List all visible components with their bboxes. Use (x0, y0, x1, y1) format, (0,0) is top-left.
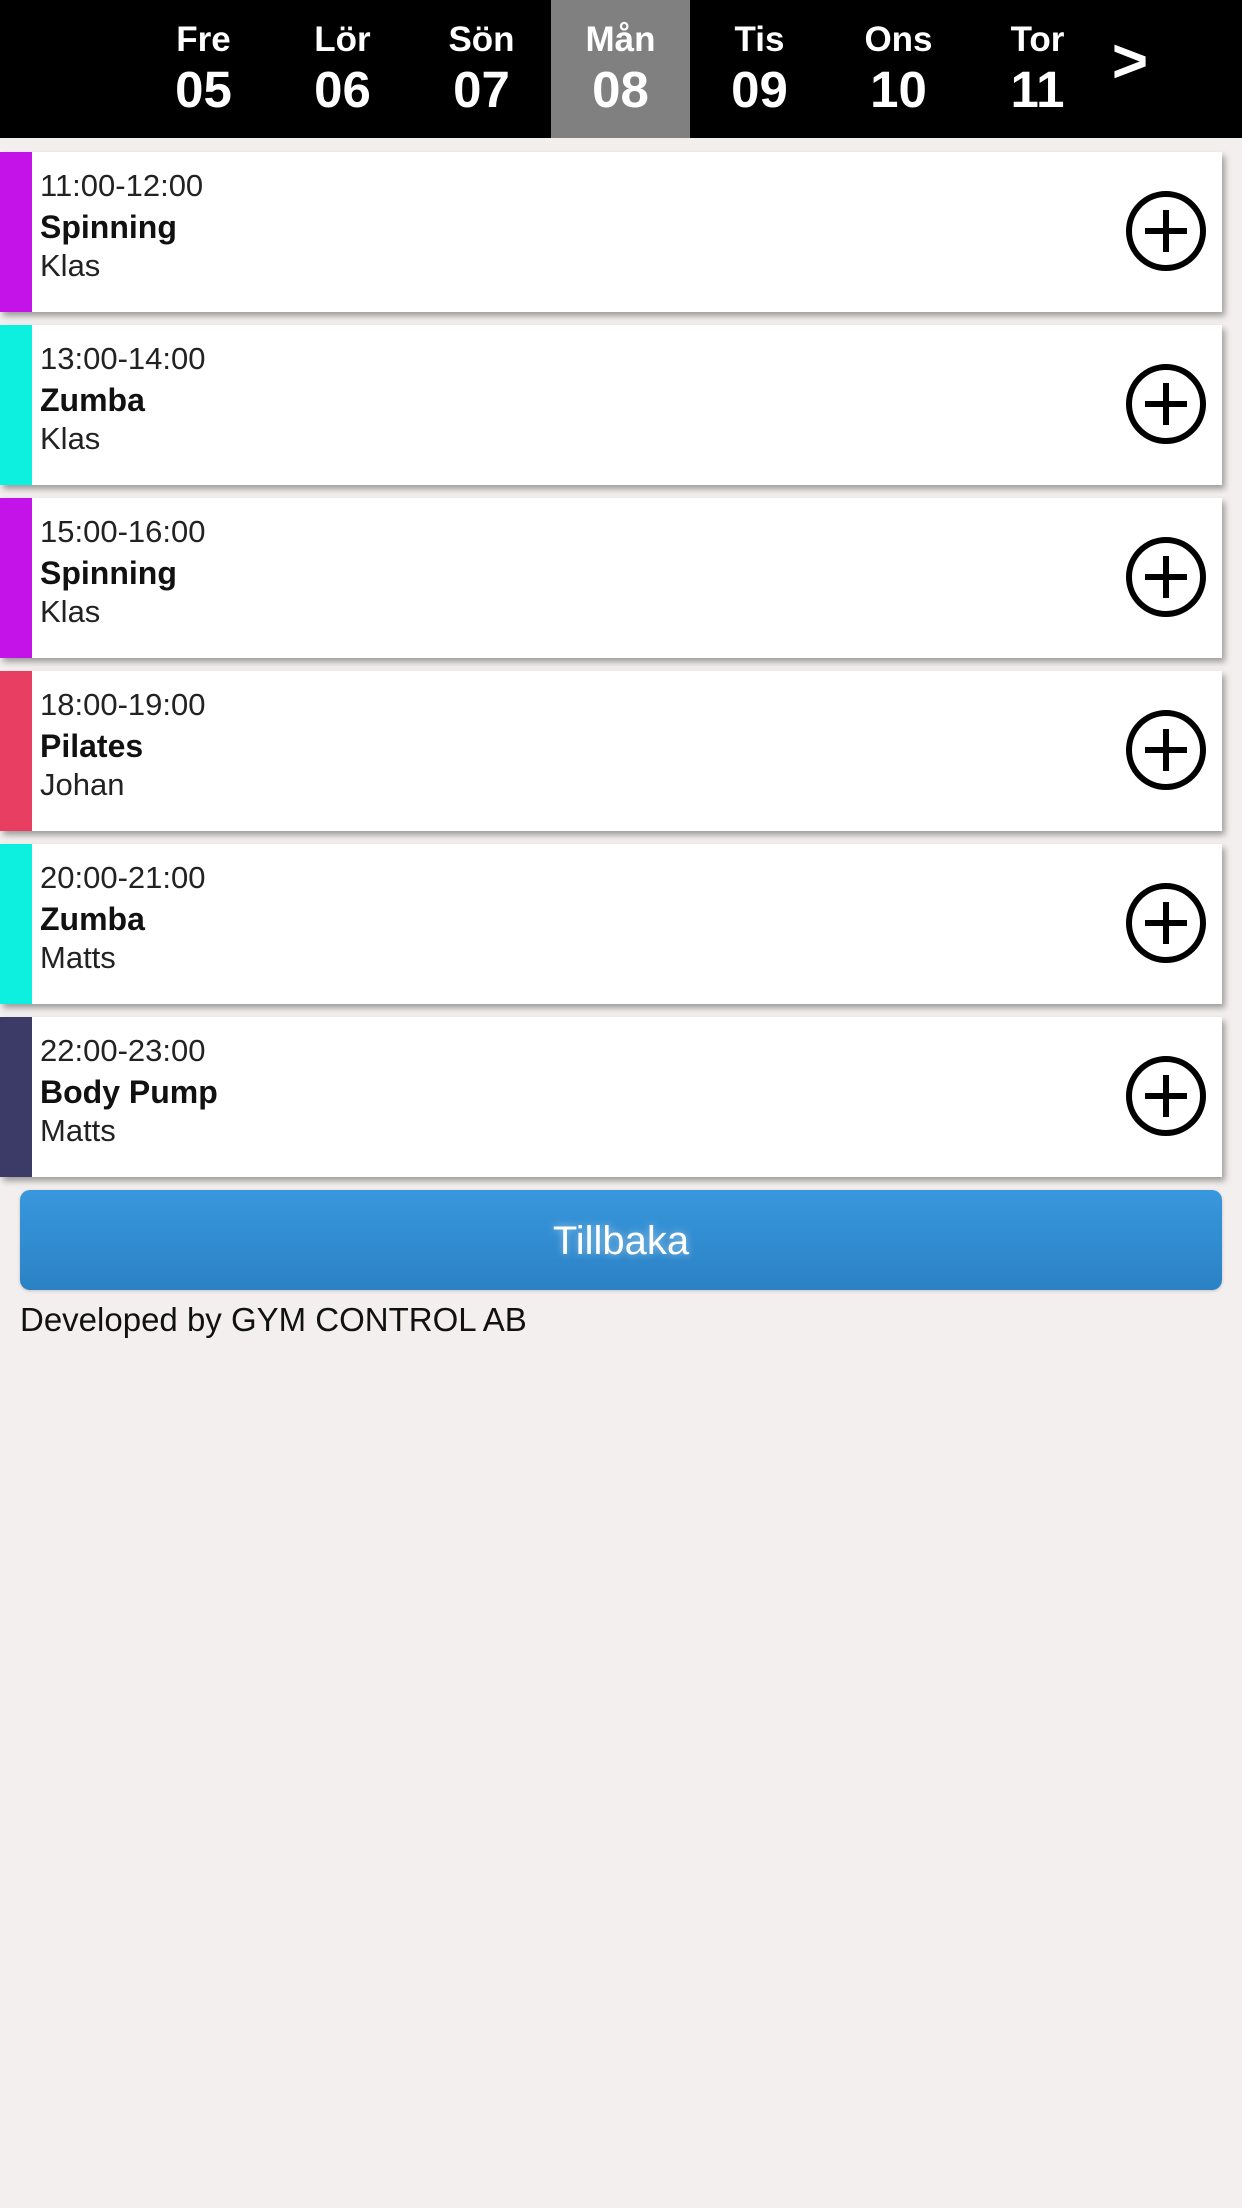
day-number: 11 (1010, 61, 1065, 118)
day-number: 07 (453, 61, 510, 118)
day-tab-son[interactable]: Sön 07 (412, 0, 551, 138)
class-coach: Matts (40, 1113, 116, 1148)
class-color-bar (0, 671, 32, 831)
plus-circle-icon[interactable] (1125, 882, 1207, 964)
day-tab-ons[interactable]: Ons 10 (829, 0, 968, 138)
day-number: 08 (592, 61, 649, 118)
day-number: 06 (314, 61, 371, 118)
class-coach: Klas (40, 594, 101, 629)
day-name: Sön (448, 20, 515, 59)
class-card[interactable]: 20:00-21:00 Zumba Matts (0, 844, 1222, 1004)
plus-circle-icon[interactable] (1125, 536, 1207, 618)
day-tab-man[interactable]: Mån 08 (551, 0, 690, 138)
day-tab-fre[interactable]: Fre 05 (134, 0, 273, 138)
class-color-bar (0, 1017, 32, 1177)
day-name: Mån (585, 20, 656, 59)
class-color-bar (0, 152, 32, 312)
class-time: 15:00-16:00 (40, 514, 206, 549)
day-tab-tor[interactable]: Tor 11 (968, 0, 1107, 138)
plus-circle-icon[interactable] (1125, 190, 1207, 272)
class-title: Spinning (40, 555, 177, 591)
next-week-button[interactable]: > (1100, 22, 1160, 102)
class-title: Zumba (40, 382, 145, 418)
day-tab-lor[interactable]: Lör 06 (273, 0, 412, 138)
class-coach: Klas (40, 421, 101, 456)
day-navigation-bar: Fre 05 Lör 06 Sön 07 Mån 08 Tis 09 Ons 1… (0, 0, 1242, 138)
day-name: Tis (734, 20, 785, 59)
plus-circle-icon[interactable] (1125, 363, 1207, 445)
class-color-bar (0, 844, 32, 1004)
class-card[interactable]: 11:00-12:00 Spinning Klas (0, 152, 1222, 312)
class-time: 20:00-21:00 (40, 860, 206, 895)
plus-circle-icon[interactable] (1125, 709, 1207, 791)
class-card[interactable]: 13:00-14:00 Zumba Klas (0, 325, 1222, 485)
day-name: Ons (864, 20, 933, 59)
footer-credit: Developed by GYM CONTROL AB (20, 1301, 527, 1338)
class-coach: Klas (40, 248, 101, 283)
day-number: 05 (175, 61, 232, 118)
class-title: Zumba (40, 901, 145, 937)
day-number: 10 (870, 61, 927, 118)
class-color-bar (0, 498, 32, 658)
class-title: Spinning (40, 209, 177, 245)
back-button[interactable]: Tillbaka (20, 1190, 1222, 1290)
class-card[interactable]: 18:00-19:00 Pilates Johan (0, 671, 1222, 831)
class-time: 11:00-12:00 (40, 168, 204, 203)
class-time: 22:00-23:00 (40, 1033, 206, 1068)
class-coach: Johan (40, 767, 125, 802)
class-card[interactable]: 15:00-16:00 Spinning Klas (0, 498, 1222, 658)
class-color-bar (0, 325, 32, 485)
class-title: Body Pump (40, 1074, 218, 1110)
class-time: 18:00-19:00 (40, 687, 206, 722)
day-name: Tor (1010, 20, 1065, 59)
day-name: Fre (176, 20, 231, 59)
day-name: Lör (314, 20, 371, 59)
class-time: 13:00-14:00 (40, 341, 206, 376)
class-coach: Matts (40, 940, 116, 975)
plus-circle-icon[interactable] (1125, 1055, 1207, 1137)
class-card[interactable]: 22:00-23:00 Body Pump Matts (0, 1017, 1222, 1177)
day-tab-tis[interactable]: Tis 09 (690, 0, 829, 138)
day-number: 09 (731, 61, 788, 118)
class-title: Pilates (40, 728, 144, 764)
